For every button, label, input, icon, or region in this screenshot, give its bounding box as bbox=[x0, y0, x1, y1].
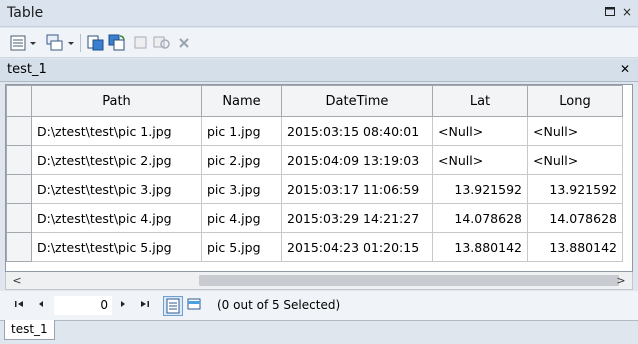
toolbar-separator bbox=[80, 34, 81, 52]
row-selector[interactable] bbox=[6, 116, 32, 146]
table-name: test_1 bbox=[7, 62, 47, 77]
column-header-lat[interactable]: Lat bbox=[432, 85, 528, 117]
cell-long[interactable]: 14.078628 bbox=[527, 203, 623, 233]
first-record-icon[interactable] bbox=[13, 298, 25, 314]
column-header-path[interactable]: Path bbox=[31, 85, 202, 117]
row-selector[interactable] bbox=[6, 145, 32, 175]
cell-datetime[interactable]: 2015:03:29 14:21:27 bbox=[281, 203, 433, 233]
record-navigation-bar: 0 (0 out of 5 Selected) bbox=[0, 291, 638, 320]
restore-icon[interactable] bbox=[603, 5, 617, 19]
cell-datetime[interactable]: 2015:04:23 01:20:15 bbox=[281, 232, 433, 262]
cell-name[interactable]: pic 4.jpg bbox=[201, 203, 282, 233]
column-header-long[interactable]: Long bbox=[527, 85, 623, 117]
show-all-records-icon[interactable] bbox=[163, 296, 183, 316]
cell-name[interactable]: pic 2.jpg bbox=[201, 145, 282, 175]
table-grid: Path Name DateTime Lat Long D:\ztest\tes… bbox=[6, 85, 623, 262]
bottom-tab-test-1[interactable]: test_1 bbox=[4, 320, 55, 340]
table-row[interactable]: D:\ztest\test\pic 2.jpg pic 2.jpg 2015:0… bbox=[6, 145, 623, 175]
cell-name[interactable]: pic 5.jpg bbox=[201, 232, 282, 262]
table-row[interactable]: D:\ztest\test\pic 5.jpg pic 5.jpg 2015:0… bbox=[6, 232, 623, 262]
cell-path[interactable]: D:\ztest\test\pic 1.jpg bbox=[31, 116, 202, 146]
table-row[interactable]: D:\ztest\test\pic 4.jpg pic 4.jpg 2015:0… bbox=[6, 203, 623, 233]
zoom-to-selected-icon[interactable] bbox=[153, 34, 171, 52]
scrollbar-thumb[interactable] bbox=[199, 275, 619, 286]
table-tab-header: test_1 ✕ bbox=[0, 59, 638, 82]
cell-datetime[interactable]: 2015:04:09 13:19:03 bbox=[281, 145, 433, 175]
table-tab-strip: test_1 bbox=[0, 320, 638, 344]
cell-long[interactable]: 13.921592 bbox=[527, 174, 623, 204]
select-by-attributes-icon[interactable] bbox=[87, 34, 105, 52]
cell-name[interactable]: pic 3.jpg bbox=[201, 174, 282, 204]
cell-lat[interactable]: 13.880142 bbox=[432, 232, 528, 262]
cell-path[interactable]: D:\ztest\test\pic 3.jpg bbox=[31, 174, 202, 204]
next-record-icon[interactable] bbox=[118, 298, 128, 314]
cell-long[interactable]: 13.880142 bbox=[527, 232, 623, 262]
delete-selected-icon[interactable] bbox=[177, 34, 191, 52]
last-record-icon[interactable] bbox=[139, 298, 151, 314]
cell-path[interactable]: D:\ztest\test\pic 2.jpg bbox=[31, 145, 202, 175]
row-selector[interactable] bbox=[6, 203, 32, 233]
horizontal-scrollbar[interactable]: < > bbox=[5, 272, 633, 290]
window-title: Table bbox=[7, 5, 44, 21]
attribute-table: Path Name DateTime Lat Long D:\ztest\tes… bbox=[5, 84, 633, 272]
table-row[interactable]: D:\ztest\test\pic 3.jpg pic 3.jpg 2015:0… bbox=[6, 174, 623, 204]
table-row[interactable]: D:\ztest\test\pic 1.jpg pic 1.jpg 2015:0… bbox=[6, 116, 623, 146]
clear-selection-icon[interactable] bbox=[133, 34, 149, 52]
column-header-datetime[interactable]: DateTime bbox=[281, 85, 433, 117]
show-selected-records-icon[interactable] bbox=[185, 296, 205, 316]
close-window-icon[interactable]: × bbox=[620, 5, 634, 19]
table-options-icon[interactable] bbox=[10, 34, 38, 52]
window-titlebar: Table × bbox=[0, 0, 638, 27]
cell-path[interactable]: D:\ztest\test\pic 5.jpg bbox=[31, 232, 202, 262]
row-selector[interactable] bbox=[6, 174, 32, 204]
table-toolbar bbox=[0, 28, 638, 58]
selection-status: (0 out of 5 Selected) bbox=[217, 298, 341, 312]
related-tables-icon[interactable] bbox=[46, 34, 76, 52]
scroll-left-icon[interactable]: < bbox=[9, 273, 25, 288]
cell-long[interactable]: <Null> bbox=[527, 116, 623, 146]
cell-datetime[interactable]: 2015:03:17 11:06:59 bbox=[281, 174, 433, 204]
cell-name[interactable]: pic 1.jpg bbox=[201, 116, 282, 146]
cell-path[interactable]: D:\ztest\test\pic 4.jpg bbox=[31, 203, 202, 233]
scroll-right-icon[interactable]: > bbox=[613, 273, 629, 288]
row-selector[interactable] bbox=[6, 232, 32, 262]
cell-datetime[interactable]: 2015:03:15 08:40:01 bbox=[281, 116, 433, 146]
current-record-input[interactable]: 0 bbox=[54, 296, 112, 315]
close-table-icon[interactable]: ✕ bbox=[620, 62, 630, 76]
previous-record-icon[interactable] bbox=[36, 298, 46, 314]
cell-long[interactable]: <Null> bbox=[527, 145, 623, 175]
header-row: Path Name DateTime Lat Long bbox=[6, 85, 623, 117]
row-selector-header[interactable] bbox=[6, 85, 32, 117]
cell-lat[interactable]: 13.921592 bbox=[432, 174, 528, 204]
cell-lat[interactable]: 14.078628 bbox=[432, 203, 528, 233]
cell-lat[interactable]: <Null> bbox=[432, 116, 528, 146]
cell-lat[interactable]: <Null> bbox=[432, 145, 528, 175]
column-header-name[interactable]: Name bbox=[201, 85, 282, 117]
switch-selection-icon[interactable] bbox=[108, 34, 126, 52]
